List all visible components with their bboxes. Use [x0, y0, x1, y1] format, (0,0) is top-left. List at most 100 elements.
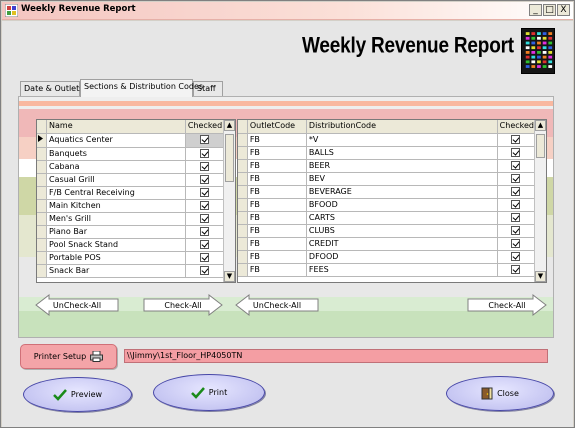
- cell-outlet[interactable]: FB: [247, 198, 307, 212]
- table-row[interactable]: FB BEV: [238, 172, 536, 186]
- checkbox-checked-icon[interactable]: [199, 200, 209, 210]
- cell-outlet[interactable]: FB: [247, 172, 307, 186]
- checkbox-checked-icon[interactable]: [199, 187, 209, 197]
- cell-checked[interactable]: [497, 224, 536, 238]
- table-row[interactable]: F/B Central Receiving: [37, 186, 225, 200]
- cell-code[interactable]: BALLS: [306, 146, 498, 160]
- cell-name[interactable]: Banquets: [46, 147, 186, 161]
- preview-button[interactable]: Preview: [23, 377, 132, 412]
- checkbox-checked-icon[interactable]: [199, 148, 209, 158]
- row-indicator[interactable]: [238, 250, 248, 264]
- cell-code[interactable]: BEVERAGE: [306, 185, 498, 199]
- cell-outlet[interactable]: FB: [247, 211, 307, 225]
- cell-checked[interactable]: [497, 237, 536, 251]
- scroll-thumb[interactable]: [536, 134, 545, 158]
- sections-grid[interactable]: Name Checked Aquatics Center Banquets Caba…: [36, 119, 236, 283]
- row-indicator[interactable]: [37, 147, 48, 161]
- row-indicator[interactable]: [238, 185, 248, 199]
- cell-name[interactable]: Cabana: [46, 160, 186, 174]
- close-button[interactable]: Close: [446, 376, 554, 411]
- close-window-button[interactable]: X: [557, 4, 570, 16]
- row-indicator[interactable]: [238, 237, 248, 251]
- scroll-up-icon[interactable]: ▲: [224, 120, 235, 131]
- checkbox-checked-icon[interactable]: [511, 251, 521, 261]
- table-row[interactable]: Aquatics Center: [37, 133, 225, 148]
- row-indicator[interactable]: [238, 198, 248, 212]
- print-button[interactable]: Print: [153, 374, 265, 411]
- row-indicator[interactable]: [238, 263, 248, 277]
- table-row[interactable]: Portable POS: [37, 251, 225, 265]
- checkbox-checked-icon[interactable]: [511, 160, 521, 170]
- cell-name[interactable]: Pool Snack Stand: [46, 238, 186, 252]
- cell-checked[interactable]: [497, 263, 536, 277]
- sections-uncheck-all-button[interactable]: UnCheck-All: [35, 294, 119, 316]
- cell-checked[interactable]: [185, 160, 225, 174]
- cell-checked[interactable]: [185, 186, 225, 200]
- checkbox-checked-icon[interactable]: [199, 174, 209, 184]
- table-row[interactable]: Men's Grill: [37, 212, 225, 226]
- cell-code[interactable]: BEV: [306, 172, 498, 186]
- tab-sections-distribution[interactable]: Sections & Distribution Codes: [80, 79, 203, 97]
- column-header-outlet[interactable]: OutletCode: [247, 120, 307, 134]
- table-row[interactable]: Piano Bar: [37, 225, 225, 239]
- column-header-checked[interactable]: Checked: [185, 120, 225, 134]
- table-row[interactable]: Main Kitchen: [37, 199, 225, 213]
- cell-name[interactable]: Main Kitchen: [46, 199, 186, 213]
- cell-code[interactable]: CLUBS: [306, 224, 498, 238]
- cell-checked[interactable]: [185, 238, 225, 252]
- cell-checked[interactable]: [497, 198, 536, 212]
- distribution-grid[interactable]: OutletCode DistributionCode Checked FB *V…: [237, 119, 547, 283]
- table-row[interactable]: Pool Snack Stand: [37, 238, 225, 252]
- row-indicator[interactable]: [238, 133, 248, 147]
- row-indicator[interactable]: [37, 160, 48, 174]
- table-row[interactable]: FB DFOOD: [238, 250, 536, 264]
- tab-date-outlets[interactable]: Date & Outlets: [20, 81, 83, 96]
- cell-checked[interactable]: [497, 250, 536, 264]
- checkbox-checked-icon[interactable]: [199, 226, 209, 236]
- column-header-checked[interactable]: Checked: [497, 120, 536, 134]
- scroll-thumb[interactable]: [225, 134, 234, 182]
- column-header-distribution[interactable]: DistributionCode: [306, 120, 498, 134]
- row-indicator[interactable]: [37, 133, 48, 148]
- cell-outlet[interactable]: FB: [247, 159, 307, 173]
- cell-outlet[interactable]: FB: [247, 224, 307, 238]
- cell-checked[interactable]: [497, 133, 536, 147]
- checkbox-checked-icon[interactable]: [199, 265, 209, 275]
- checkbox-checked-icon[interactable]: [511, 199, 521, 209]
- row-indicator[interactable]: [37, 225, 48, 239]
- checkbox-checked-icon[interactable]: [511, 212, 521, 222]
- cell-name[interactable]: Portable POS: [46, 251, 186, 265]
- cell-checked[interactable]: [497, 146, 536, 160]
- cell-checked[interactable]: [497, 172, 536, 186]
- cell-code[interactable]: BEER: [306, 159, 498, 173]
- row-indicator[interactable]: [238, 211, 248, 225]
- checkbox-checked-icon[interactable]: [511, 264, 521, 274]
- row-indicator[interactable]: [37, 199, 48, 213]
- cell-checked[interactable]: [185, 225, 225, 239]
- row-indicator[interactable]: [37, 212, 48, 226]
- cell-outlet[interactable]: FB: [247, 185, 307, 199]
- cell-checked[interactable]: [185, 133, 225, 148]
- table-row[interactable]: Casual Grill: [37, 173, 225, 187]
- cell-code[interactable]: CARTS: [306, 211, 498, 225]
- table-row[interactable]: FB BEER: [238, 159, 536, 173]
- minimize-button[interactable]: _: [529, 4, 542, 16]
- table-row[interactable]: FB BEVERAGE: [238, 185, 536, 199]
- cell-checked[interactable]: [185, 264, 225, 278]
- cell-name[interactable]: Piano Bar: [46, 225, 186, 239]
- cell-name[interactable]: Snack Bar: [46, 264, 186, 278]
- column-header-name[interactable]: Name: [46, 120, 186, 134]
- checkbox-checked-icon[interactable]: [199, 161, 209, 171]
- cell-name[interactable]: Men's Grill: [46, 212, 186, 226]
- checkbox-checked-icon[interactable]: [199, 239, 209, 249]
- checkbox-checked-icon[interactable]: [511, 134, 521, 144]
- cell-checked[interactable]: [185, 199, 225, 213]
- checkbox-checked-icon[interactable]: [511, 147, 521, 157]
- row-indicator[interactable]: [37, 264, 48, 278]
- checkbox-checked-icon[interactable]: [511, 186, 521, 196]
- cell-name[interactable]: Aquatics Center: [46, 133, 186, 148]
- row-indicator[interactable]: [238, 159, 248, 173]
- cell-outlet[interactable]: FB: [247, 250, 307, 264]
- cell-checked[interactable]: [497, 185, 536, 199]
- cell-name[interactable]: F/B Central Receiving: [46, 186, 186, 200]
